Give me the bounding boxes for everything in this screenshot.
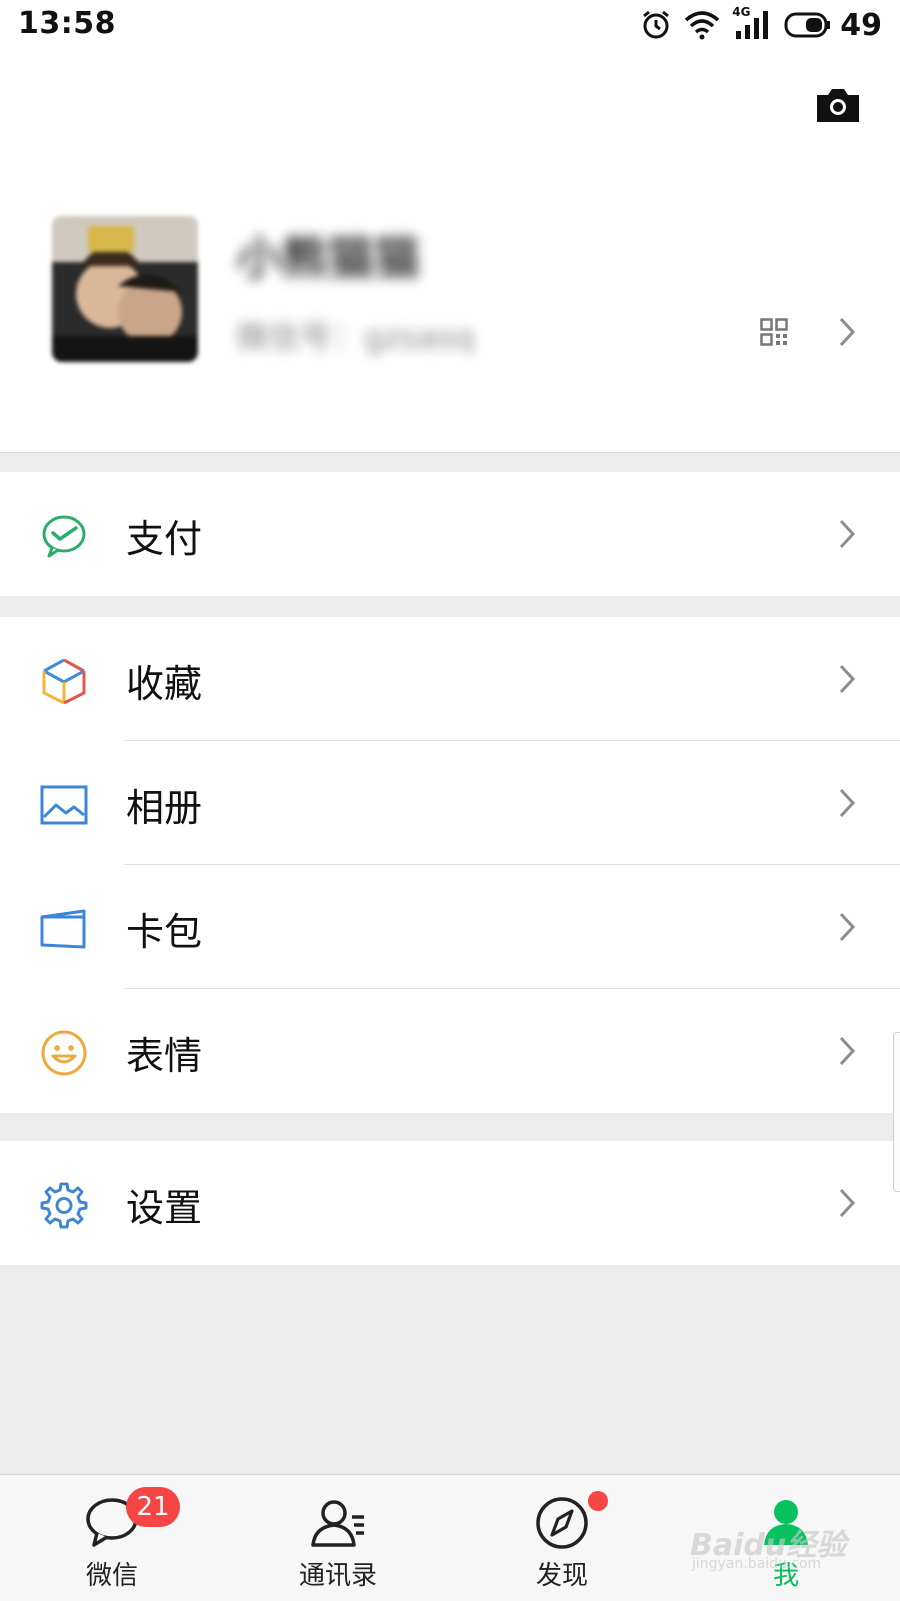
menu-item-cards[interactable]: 卡包 xyxy=(0,865,900,989)
profile-wechat-id: 微信号：gzsasq xyxy=(236,318,475,356)
battery-level: 49 xyxy=(840,7,882,43)
menu-label-pay: 支付 xyxy=(126,517,203,561)
menu-label-cards: 卡包 xyxy=(126,910,203,954)
tab-label-discover: 发现 xyxy=(535,1561,588,1591)
menu-label-favorites: 收藏 xyxy=(126,662,203,706)
signal-icon xyxy=(736,11,769,39)
menu-item-album[interactable]: 相册 xyxy=(0,741,900,865)
wifi-icon xyxy=(685,11,720,40)
chevron-right-icon xyxy=(839,1188,856,1218)
profile-header[interactable]: 小熊猫猫 微信号：gzsasq xyxy=(0,50,900,453)
camera-icon[interactable] xyxy=(814,85,862,125)
compass-icon xyxy=(536,1497,588,1549)
alarm-icon xyxy=(643,10,670,39)
contacts-icon xyxy=(311,1500,364,1547)
tab-label-chats: 微信 xyxy=(85,1561,138,1591)
tab-contacts[interactable]: 通讯录 xyxy=(248,1475,428,1601)
menu-label-settings: 设置 xyxy=(126,1186,203,1230)
menu-label-album: 相册 xyxy=(126,786,203,830)
chevron-right-icon xyxy=(839,1036,856,1066)
chevron-right-icon xyxy=(839,317,856,347)
menu-label-stickers: 表情 xyxy=(126,1034,203,1078)
chevron-right-icon xyxy=(839,519,856,549)
avatar-image xyxy=(52,216,198,362)
chevron-right-icon xyxy=(839,912,856,942)
battery-icon xyxy=(784,12,831,38)
status-icons: 4G 49 xyxy=(640,5,882,43)
scrollbar-handle[interactable] xyxy=(893,1032,900,1192)
unread-badge: 21 xyxy=(126,1487,180,1527)
discover-new-dot xyxy=(588,1491,608,1511)
avatar[interactable] xyxy=(52,216,198,362)
cellular-signal: 4G xyxy=(732,5,772,41)
tab-discover[interactable]: 发现 xyxy=(472,1475,652,1601)
menu-item-settings[interactable]: 设置 xyxy=(0,1141,900,1265)
chevron-right-icon xyxy=(839,788,856,818)
menu-item-stickers[interactable]: 表情 xyxy=(0,989,900,1113)
tab-label-contacts: 通讯录 xyxy=(298,1561,377,1591)
tab-chats[interactable]: 21 微信 xyxy=(22,1475,202,1601)
card-wallet-icon xyxy=(40,909,86,949)
status-time: 13:58 xyxy=(18,6,116,41)
status-bar: 13:58 4G 49 xyxy=(0,0,900,50)
qrcode-icon[interactable] xyxy=(760,318,788,346)
menu-item-pay[interactable]: 支付 xyxy=(0,472,900,596)
gear-icon xyxy=(40,1182,88,1229)
chevron-right-icon xyxy=(839,664,856,694)
pay-icon xyxy=(42,515,86,558)
smiley-icon xyxy=(41,1030,87,1076)
album-icon xyxy=(40,785,88,825)
menu-item-favorites[interactable]: 收藏 xyxy=(0,617,900,741)
baidu-watermark-url: jingyan.baidu.com xyxy=(692,1556,822,1572)
favorites-cube-icon xyxy=(42,658,86,705)
profile-nickname: 小熊猫猫 xyxy=(236,231,420,285)
